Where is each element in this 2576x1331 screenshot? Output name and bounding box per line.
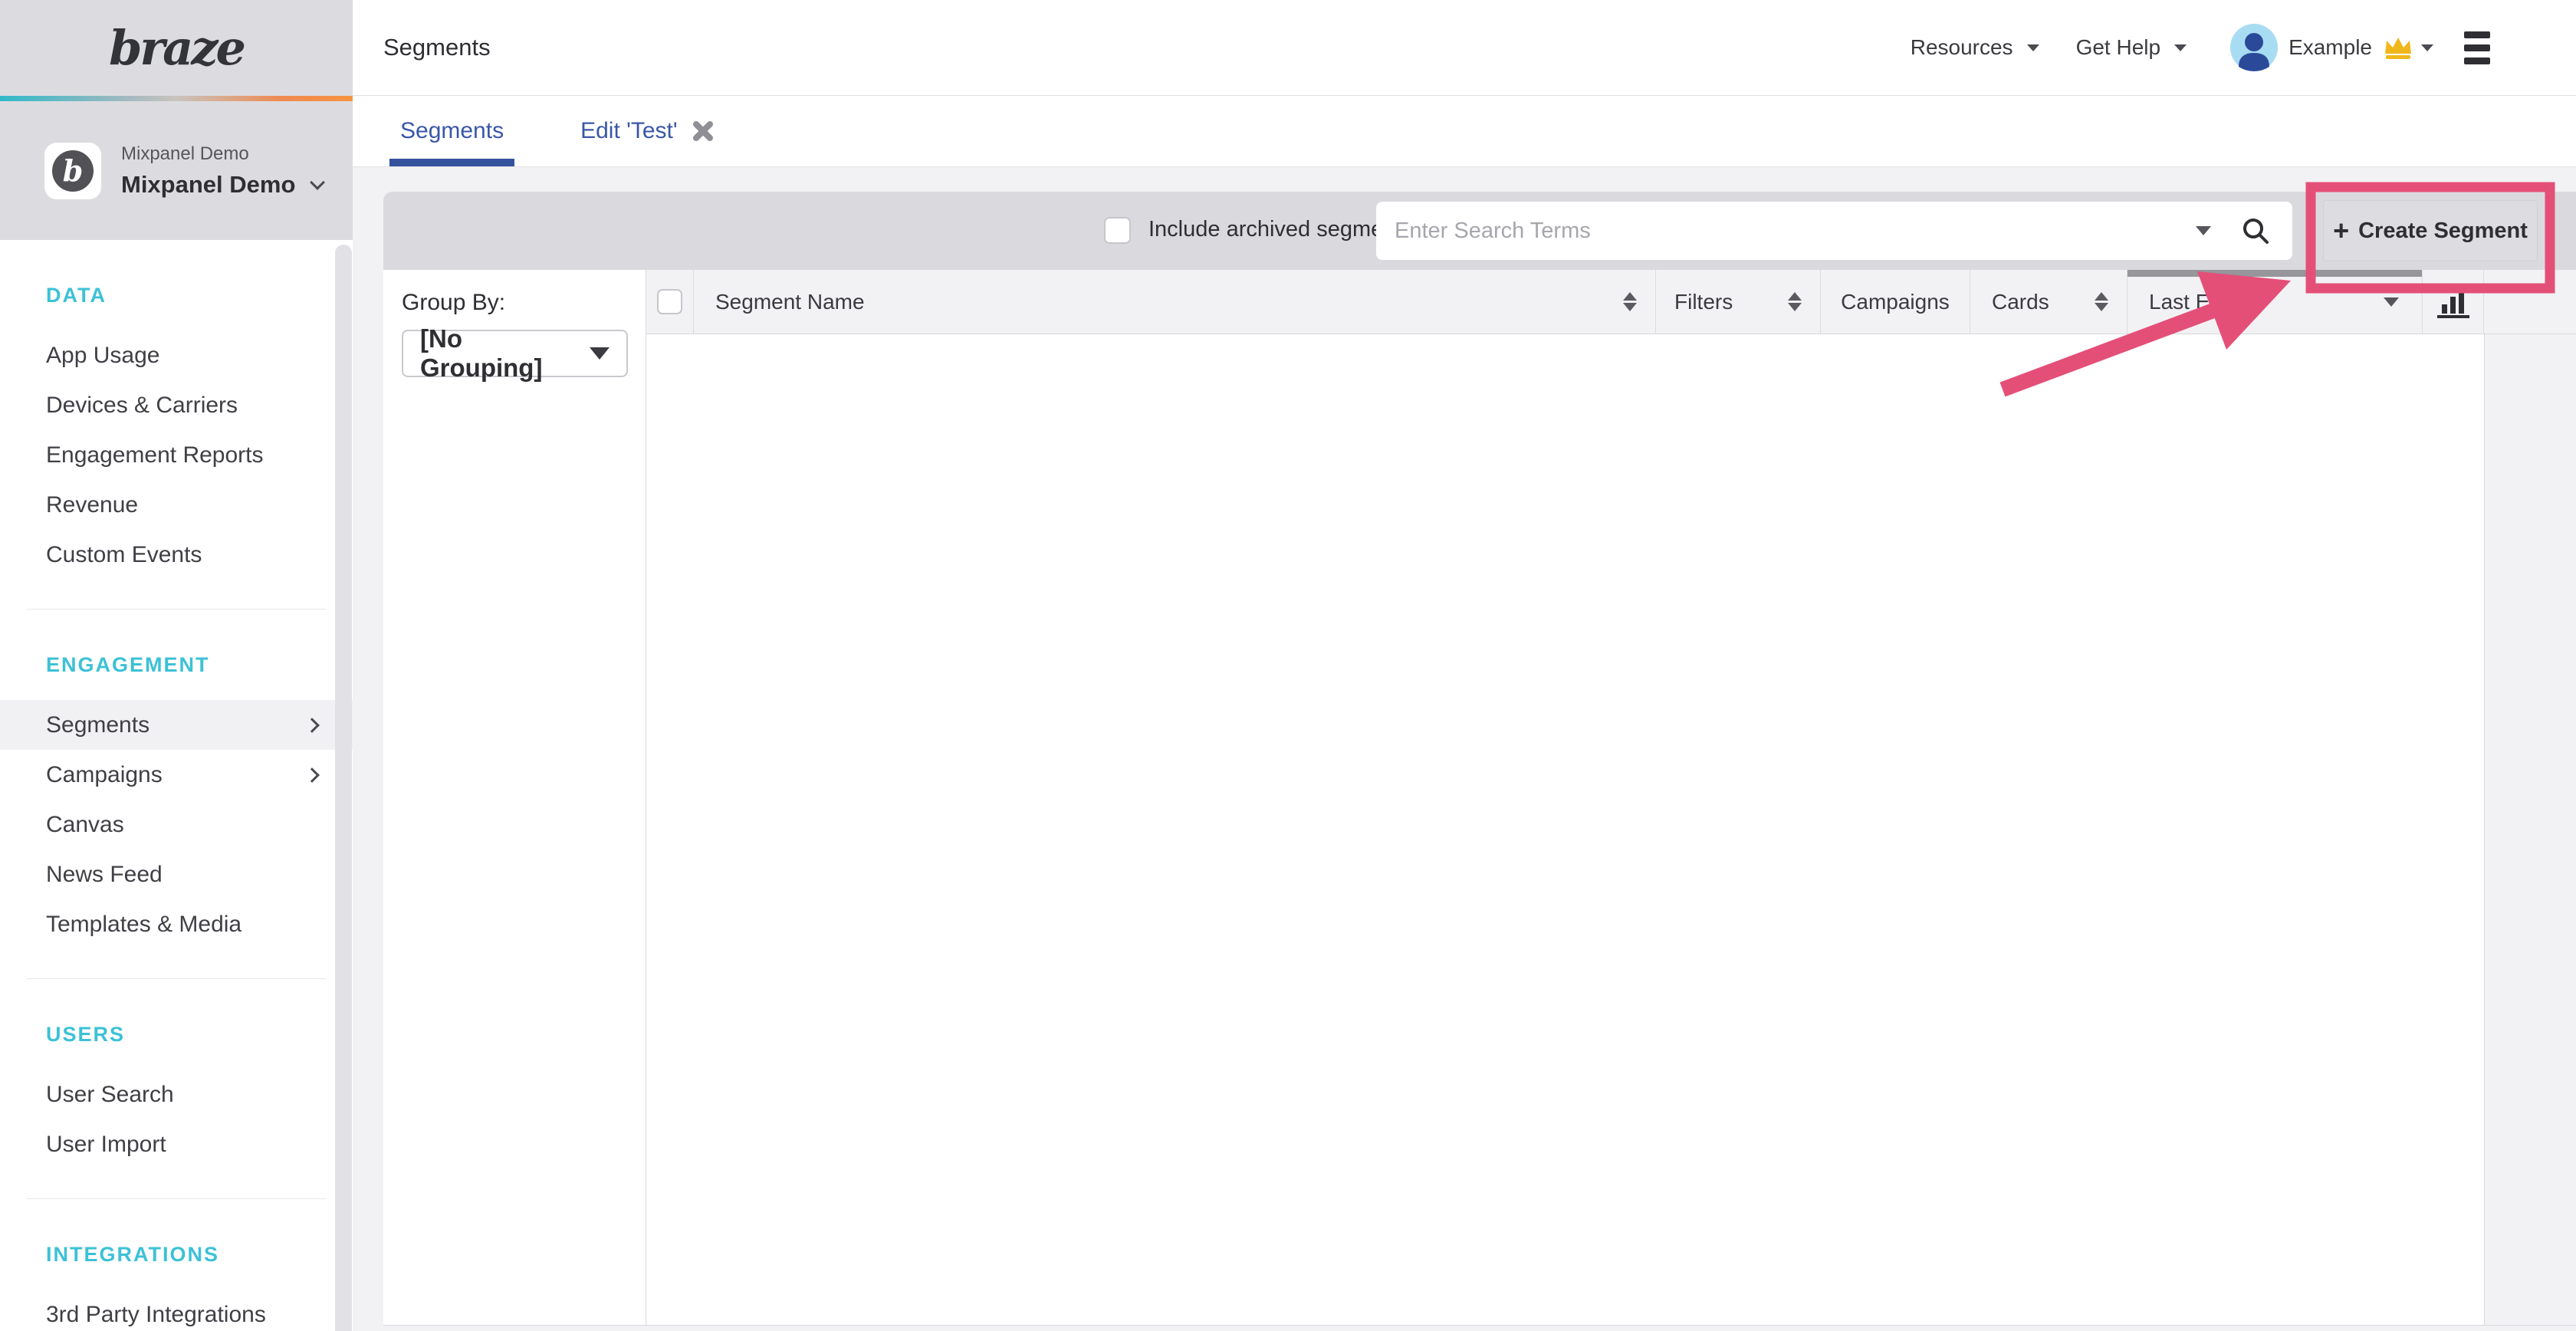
sidebar-section-integrations: INTEGRATIONS bbox=[46, 1239, 353, 1270]
search-dropdown-caret-icon[interactable] bbox=[2196, 226, 2211, 235]
search-icon[interactable] bbox=[2240, 215, 2271, 246]
sidebar-section-engagement: ENGAGEMENT bbox=[46, 649, 353, 680]
group-by-panel: Group By: [No Grouping] bbox=[383, 270, 646, 1325]
chevron-right-icon bbox=[304, 718, 320, 733]
column-header-analytics[interactable] bbox=[2423, 270, 2484, 334]
get-help-menu[interactable]: Get Help bbox=[2076, 35, 2187, 60]
active-sort-indicator bbox=[2128, 270, 2422, 277]
sidebar-divider bbox=[27, 978, 326, 979]
include-archived-checkbox[interactable] bbox=[1104, 217, 1131, 244]
chevron-down-icon bbox=[2027, 44, 2039, 51]
sidebar-section-data: DATA bbox=[46, 280, 353, 311]
main-content: Include archived segments + Create Segme… bbox=[353, 167, 2576, 1331]
bar-chart-icon bbox=[2436, 286, 2471, 318]
sidebar-item-news-feed[interactable]: News Feed bbox=[0, 850, 353, 899]
chevron-down-icon bbox=[310, 175, 325, 190]
search-input[interactable] bbox=[1376, 202, 2196, 260]
sidebar-item-revenue[interactable]: Revenue bbox=[0, 480, 353, 530]
include-archived-label: Include archived segments bbox=[1148, 217, 1413, 242]
table-right-gutter bbox=[2484, 334, 2576, 1325]
hamburger-menu-icon[interactable] bbox=[2464, 31, 2490, 64]
resources-menu[interactable]: Resources bbox=[1911, 35, 2039, 60]
group-by-select[interactable]: [No Grouping] bbox=[402, 330, 628, 377]
column-header-filters[interactable]: Filters bbox=[1656, 270, 1821, 334]
user-avatar[interactable] bbox=[2230, 24, 2278, 71]
tab-bar: Segments Edit 'Test' bbox=[353, 96, 2576, 167]
search-field bbox=[1376, 202, 2292, 260]
crown-icon bbox=[2383, 35, 2413, 61]
workspace-icon: b bbox=[44, 143, 101, 199]
column-header-campaigns[interactable]: Campaigns bbox=[1821, 270, 1970, 334]
segments-table-body bbox=[646, 334, 2484, 1325]
braze-logo: braze bbox=[109, 20, 244, 76]
top-header: Segments Resources Get Help Example bbox=[353, 0, 2576, 96]
sidebar-divider bbox=[27, 1198, 326, 1199]
chevron-down-icon bbox=[2174, 44, 2187, 51]
plus-icon: + bbox=[2333, 217, 2349, 245]
sort-icon[interactable] bbox=[2095, 292, 2108, 311]
tab-edit-test[interactable]: Edit 'Test' bbox=[570, 96, 725, 166]
workspace-group-label: Mixpanel Demo bbox=[121, 143, 323, 165]
sort-icon[interactable] bbox=[1623, 292, 1637, 311]
chevron-down-icon bbox=[590, 347, 610, 360]
table-bottom-border bbox=[383, 1325, 2576, 1326]
sidebar-scrollbar[interactable] bbox=[335, 245, 352, 1331]
brand-gradient-bar bbox=[0, 96, 353, 101]
sidebar-item-devices-carriers[interactable]: Devices & Carriers bbox=[0, 380, 353, 430]
braze-logo-block: braze bbox=[0, 0, 353, 96]
page-title: Segments bbox=[383, 34, 491, 61]
sort-icon[interactable] bbox=[1788, 292, 1802, 311]
workspace-name: Mixpanel Demo bbox=[121, 171, 295, 199]
sidebar-item-campaigns[interactable]: Campaigns bbox=[0, 750, 353, 800]
sidebar-item-templates-media[interactable]: Templates & Media bbox=[0, 899, 353, 949]
column-header-cards[interactable]: Cards bbox=[1970, 270, 2128, 334]
sidebar-item-engagement-reports[interactable]: Engagement Reports bbox=[0, 430, 353, 480]
sidebar-item-canvas[interactable]: Canvas bbox=[0, 800, 353, 850]
sidebar-section-users: USERS bbox=[46, 1019, 353, 1050]
column-header-segment-name[interactable]: Segment Name bbox=[694, 270, 1656, 334]
sidebar-item-user-import[interactable]: User Import bbox=[0, 1119, 353, 1169]
sidebar-item-custom-events[interactable]: Custom Events bbox=[0, 530, 353, 580]
sidebar-item-app-usage[interactable]: App Usage bbox=[0, 330, 353, 380]
chevron-right-icon bbox=[304, 767, 320, 783]
select-all-checkbox[interactable] bbox=[657, 289, 682, 314]
column-header-actions bbox=[2484, 270, 2576, 334]
sidebar-item-3rd-party-integrations[interactable]: 3rd Party Integrations bbox=[0, 1290, 353, 1331]
last-edited-dropdown-caret-icon[interactable] bbox=[2384, 297, 2399, 307]
user-name[interactable]: Example bbox=[2288, 35, 2372, 60]
close-icon[interactable] bbox=[692, 120, 715, 143]
tab-segments[interactable]: Segments bbox=[389, 96, 514, 166]
segments-table-header: Segment Name Filters Campaigns Cards Las… bbox=[646, 270, 2576, 334]
column-header-last-edited[interactable]: Last Edited bbox=[2128, 270, 2423, 334]
sidebar-item-user-search[interactable]: User Search bbox=[0, 1070, 353, 1119]
sidebar-item-segments[interactable]: Segments bbox=[0, 700, 353, 750]
create-segment-button[interactable]: + Create Segment bbox=[2323, 200, 2538, 261]
sidebar-divider bbox=[27, 609, 326, 610]
chevron-down-icon bbox=[2421, 44, 2433, 51]
group-by-label: Group By: bbox=[402, 290, 627, 316]
workspace-switcher[interactable]: b Mixpanel Demo Mixpanel Demo bbox=[0, 101, 353, 240]
segments-toolbar: Include archived segments + Create Segme… bbox=[383, 192, 2576, 270]
sidebar: DATA App Usage Devices & Carriers Engage… bbox=[0, 240, 353, 1331]
workspace-logo-icon: b bbox=[52, 150, 94, 192]
